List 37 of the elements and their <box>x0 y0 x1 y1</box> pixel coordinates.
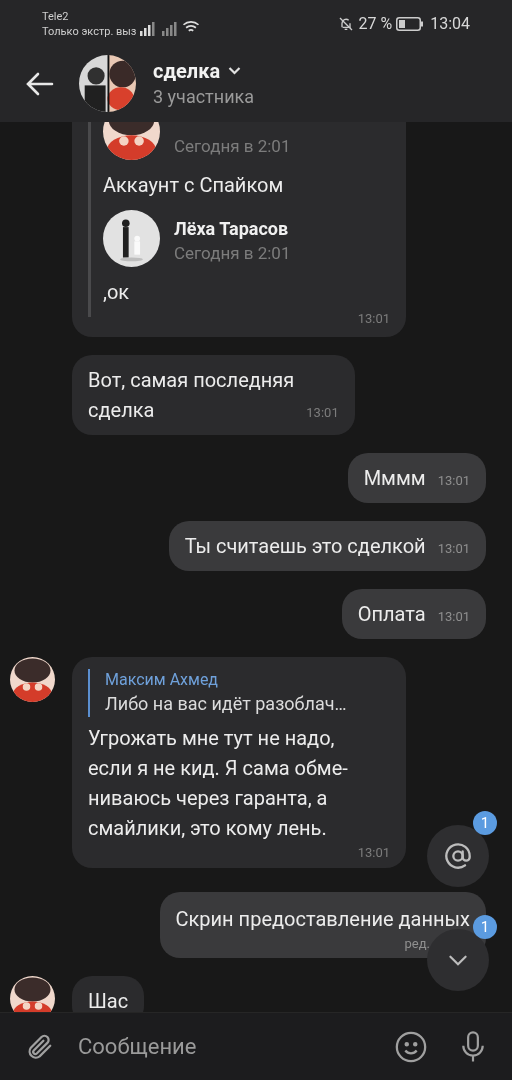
message-time: 13:01 <box>357 310 390 328</box>
message-text: Оплата <box>357 600 426 628</box>
message-time: 13:01 <box>437 540 470 556</box>
message-time: ред. <box>404 935 430 953</box>
message-time: 13:01 <box>437 608 470 624</box>
message-input[interactable]: Сообщение <box>78 1030 394 1063</box>
back-arrow-icon <box>26 71 54 96</box>
battery-icon <box>396 16 425 31</box>
smiley-icon <box>394 1029 428 1064</box>
unread-count-badge: 1 <box>473 811 497 835</box>
carrier-name: Tele2 <box>42 8 70 24</box>
battery-percent: 27 % <box>358 12 393 35</box>
reply-preview: Либо на вас идёт разоблач… <box>105 691 348 716</box>
message-text: Угрожать мне тут не надо, если я не кид. Я сама обме- ниваюсь через гаранта, а смайлики, это кому лень. <box>88 724 349 842</box>
at-sign-icon <box>444 842 472 870</box>
chat-title: сделка <box>153 57 221 84</box>
message-text: Скрин предоставление данных <box>175 906 470 933</box>
message-composer[interactable]: Сообщение <box>0 1012 512 1080</box>
message-text: Шас <box>88 987 129 1012</box>
forward-time: Сегодня в 2:01 <box>174 135 291 158</box>
reply-author: Максим Ахмед <box>105 668 220 691</box>
message-time: 13:01 <box>306 404 339 420</box>
message-text: Мммм <box>363 464 426 492</box>
unread-count-badge: 1 <box>473 915 497 939</box>
chevron-down-icon <box>228 66 242 75</box>
clock: 13:04 <box>430 12 470 35</box>
message-time: 13:01 <box>357 843 390 862</box>
forward-time: Сегодня в 2:01 <box>174 242 291 265</box>
carrier-status: Только экстр. выз <box>42 23 137 39</box>
message-time: 13:01 <box>437 472 470 488</box>
message-text: ,ок <box>103 279 131 306</box>
participant-count: 3 участника <box>153 84 255 109</box>
bell-off-icon <box>338 15 355 32</box>
message-text: Аккаунт с Спайком <box>103 172 285 199</box>
message-text: Вот, самая последняя сделка <box>88 366 295 424</box>
sender-name: Лёха Тарасов <box>174 217 290 241</box>
message-text: Ты считаешь это сделкой <box>184 532 426 560</box>
